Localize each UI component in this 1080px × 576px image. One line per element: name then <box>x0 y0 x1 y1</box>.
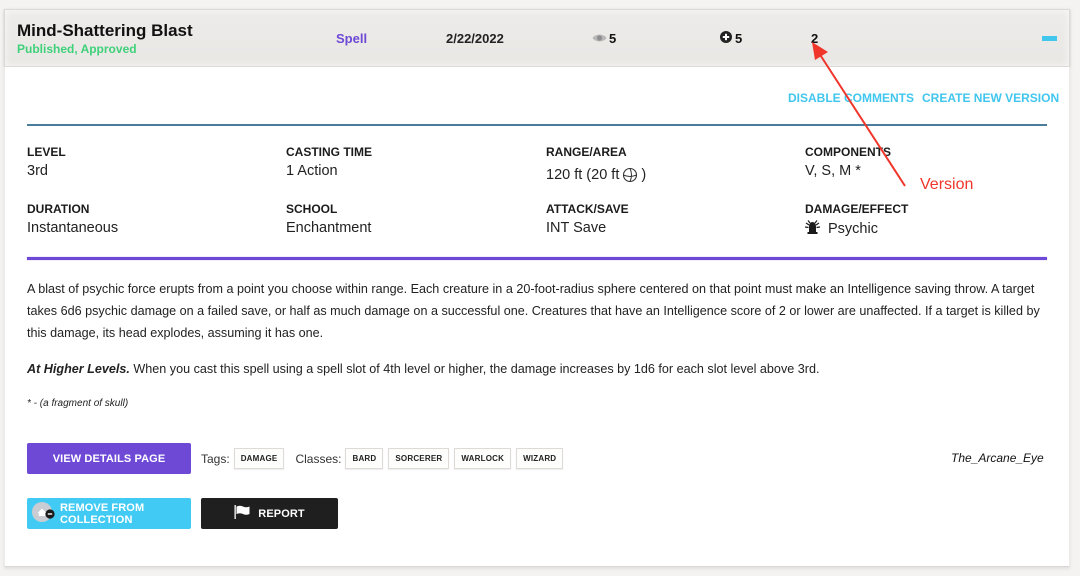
report-label: REPORT <box>258 507 305 520</box>
stat-value: Instantaneous <box>27 220 119 236</box>
psychic-icon <box>804 220 825 238</box>
stat-range-area: RANGE/AREA 120 ft (20 ft ) <box>546 145 646 187</box>
create-new-version-link[interactable]: CREATE NEW VERSION <box>922 91 1059 105</box>
stat-label: CASTING TIME <box>286 145 372 159</box>
view-details-page-button[interactable]: VIEW DETAILS PAGE <box>27 443 191 474</box>
stat-value: V, S, M * <box>805 163 861 179</box>
remove-from-collection-label: REMOVE FROM COLLECTION <box>60 501 145 526</box>
stat-value: Psychic <box>804 220 908 238</box>
spell-details-card: DISABLE COMMENTS CREATE NEW VERSION LEVE… <box>4 67 1070 567</box>
stat-value: 120 ft (20 ft ) <box>546 163 646 187</box>
spell-description: A blast of psychic force erupts from a p… <box>27 278 1047 394</box>
class-chip[interactable]: WIZARD <box>516 448 564 469</box>
stat-school: SCHOOL Enchantment <box>286 202 371 236</box>
version-annotation-label: Version <box>920 176 974 193</box>
status-badge: Published, Approved <box>17 42 137 56</box>
stat-label: LEVEL <box>27 145 66 159</box>
flag-icon <box>234 505 250 522</box>
tags-row: Tags: DAMAGE Classes: BARD SORCERER WARL… <box>201 448 568 469</box>
stat-label: SCHOOL <box>286 202 338 216</box>
description-paragraph: A blast of psychic force erupts from a p… <box>27 282 1040 340</box>
spell-date: 2/22/2022 <box>446 31 504 46</box>
stat-value: Enchantment <box>286 220 372 236</box>
higher-levels-text: When you cast this spell using a spell s… <box>129 362 820 376</box>
collection-remove-icon <box>31 500 57 527</box>
divider <box>27 124 1047 126</box>
higher-levels-paragraph: At Higher Levels. When you cast this spe… <box>27 358 1047 380</box>
higher-levels-label: At Higher Levels. <box>27 362 130 376</box>
tags-label: Tags: <box>201 451 230 466</box>
stat-duration: DURATION Instantaneous <box>27 202 118 236</box>
stat-label: RANGE/AREA <box>546 145 627 159</box>
stat-damage-effect: DAMAGE/EFFECT Psychic <box>804 202 909 238</box>
divider <box>27 257 1047 260</box>
range-value: 120 ft (20 ft <box>546 167 620 183</box>
damage-type-value: Psychic <box>828 221 878 237</box>
stat-attack-save: ATTACK/SAVE INT Save <box>546 202 629 236</box>
stat-label: DAMAGE/EFFECT <box>805 202 909 216</box>
stat-value: 3rd <box>27 163 48 179</box>
report-button[interactable]: REPORT <box>201 498 338 529</box>
stat-label: DURATION <box>27 202 90 216</box>
material-footnote: * - (a fragment of skull) <box>27 398 129 409</box>
tag-chip[interactable]: DAMAGE <box>233 448 285 469</box>
eye-icon <box>592 31 607 46</box>
stat-components: COMPONENTS V, S, M * <box>805 145 891 179</box>
spell-type: Spell <box>336 31 368 46</box>
remove-from-collection-button[interactable]: REMOVE FROM COLLECTION <box>27 498 191 529</box>
view-count-value: 5 <box>609 31 617 46</box>
range-suffix: ) <box>641 167 647 183</box>
stat-level: LEVEL 3rd <box>27 145 66 179</box>
stat-casting-time: CASTING TIME 1 Action <box>286 145 372 179</box>
class-chip[interactable]: WARLOCK <box>454 448 512 469</box>
stat-value: 1 Action <box>286 163 338 179</box>
class-chip[interactable]: SORCERER <box>388 448 450 469</box>
version-number: 2 <box>811 31 819 46</box>
spell-header-row[interactable]: Mind-Shattering Blast Published, Approve… <box>4 9 1070 67</box>
spell-name: Mind-Shattering Blast <box>17 21 193 40</box>
class-chip[interactable]: BARD <box>345 448 384 469</box>
author-name[interactable]: The_Arcane_Eye <box>951 451 1044 465</box>
add-count: 5 <box>720 31 742 46</box>
view-count: 5 <box>592 31 616 46</box>
minus-icon[interactable] <box>1042 36 1057 41</box>
add-count-value: 5 <box>735 31 743 46</box>
sphere-icon <box>622 163 638 187</box>
stat-value: INT Save <box>546 220 607 236</box>
stat-label: ATTACK/SAVE <box>546 202 629 216</box>
disable-comments-link[interactable]: DISABLE COMMENTS <box>788 91 914 105</box>
stat-label: COMPONENTS <box>805 145 892 159</box>
plus-circle-icon <box>720 31 732 46</box>
classes-label: Classes: <box>295 451 342 466</box>
